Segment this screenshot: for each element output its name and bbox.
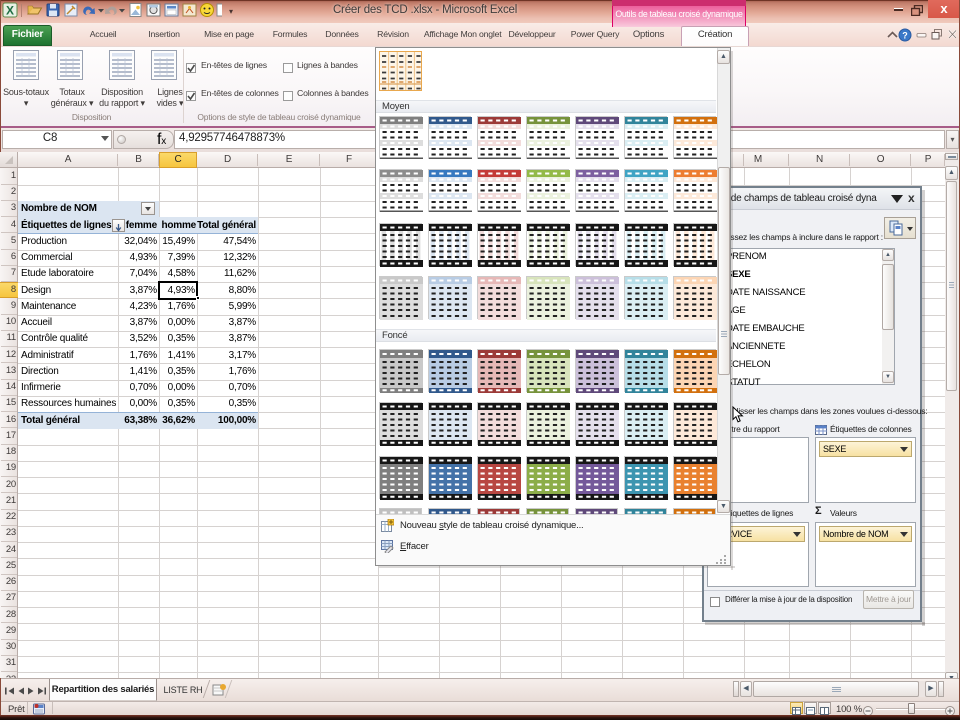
svg-text:?: ? <box>902 31 908 41</box>
